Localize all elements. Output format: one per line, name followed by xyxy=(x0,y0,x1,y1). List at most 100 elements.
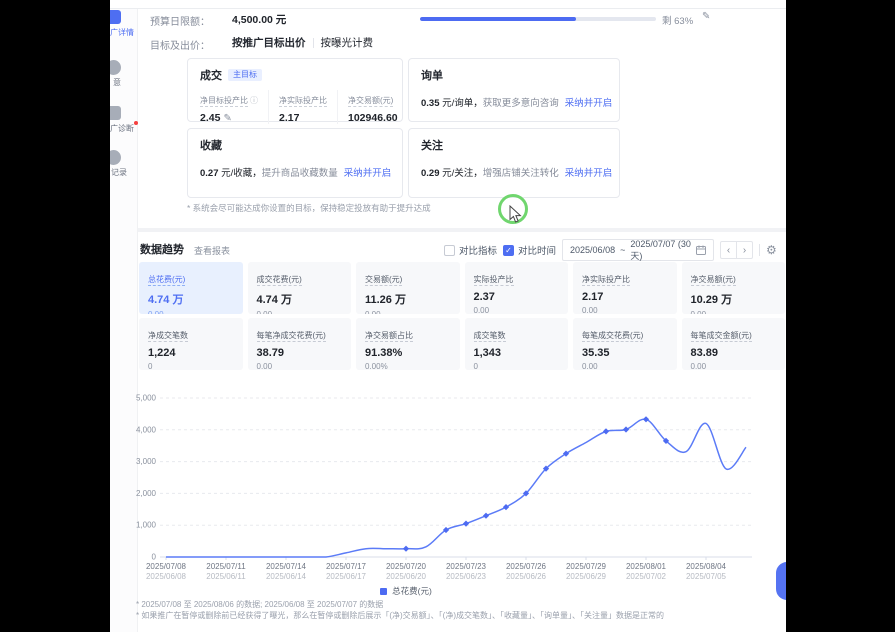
gear-icon[interactable]: ⚙ xyxy=(766,243,777,257)
svg-text:1,000: 1,000 xyxy=(136,521,157,530)
primary-goal-badge: 主目标 xyxy=(228,69,262,81)
metric-card[interactable]: 每笔净成交花费(元) 38.79 0.00 xyxy=(248,318,352,370)
date-range-picker[interactable]: 2025/06/08 ~ 2025/07/07 (30天) xyxy=(562,239,714,261)
sidebar-item-history[interactable]: 记录 xyxy=(110,150,138,184)
checkbox-checked-icon: ✓ xyxy=(503,245,514,256)
next-period-button[interactable]: › xyxy=(736,241,753,259)
metric-card[interactable]: 每笔成交花费(元) 35.35 0.00 xyxy=(573,318,677,370)
view-report-link[interactable]: 查看报表 xyxy=(194,244,230,257)
goal-unit: 元/询单， xyxy=(440,98,483,109)
metric-label: 成交笔数 xyxy=(474,331,506,342)
metric-card-total-cost[interactable]: 总花费(元) 4.74 万 0.00 xyxy=(139,262,243,314)
adopt-enable-link[interactable]: 采纳并开启 xyxy=(565,98,613,109)
metric-value: 38.79 xyxy=(257,347,343,359)
metric-value: 102946.60 xyxy=(348,112,398,124)
metric-card[interactable]: 成交笔数 1,343 0 xyxy=(465,318,569,370)
metric-subvalue: 0.00 xyxy=(257,310,343,314)
metric-value: 2.17 xyxy=(279,112,327,124)
divider xyxy=(759,244,760,256)
goal-card-deal: 成交 主目标 净目标投产比ⓘ 2.45✎ 净实际投产比 2.17 净交易额(元)… xyxy=(187,58,403,122)
goal-title: 关注 xyxy=(421,137,443,153)
sidebar-item-diagnosis[interactable]: 广诊断 xyxy=(110,106,138,140)
metric-card[interactable]: 净成交笔数 1,224 0 xyxy=(139,318,243,370)
metric-value: 4.74 万 xyxy=(148,291,234,307)
info-icon[interactable]: ⓘ xyxy=(250,96,258,105)
metric-subvalue: 0.00 xyxy=(365,310,451,314)
svg-text:2025/08/04: 2025/08/04 xyxy=(686,562,727,571)
svg-text:2025/06/29: 2025/06/29 xyxy=(566,572,607,581)
goal-price: 0.35 xyxy=(421,98,440,109)
adopt-enable-link[interactable]: 采纳并开启 xyxy=(344,168,392,179)
sidebar-item-creative[interactable]: 意 xyxy=(110,60,138,94)
metric-card[interactable]: 净交易额占比 91.38% 0.00% xyxy=(356,318,460,370)
metric-card[interactable]: 净实际投产比 2.17 0.00 xyxy=(573,262,677,314)
trend-metric-grid: 总花费(元) 4.74 万 0.00 成交花费(元) 4.74 万 0.00 交… xyxy=(139,262,785,370)
metric-label: 净交易额占比 xyxy=(365,331,413,342)
prev-period-button[interactable]: ‹ xyxy=(720,241,737,259)
metric-subvalue: 0 xyxy=(474,362,560,370)
svg-text:2025/06/17: 2025/06/17 xyxy=(326,572,367,581)
metric-label: 总花费(元) xyxy=(148,275,185,286)
svg-text:2025/06/20: 2025/06/20 xyxy=(386,572,427,581)
metric-value: 2.17 xyxy=(582,291,668,303)
svg-text:4,000: 4,000 xyxy=(136,425,157,434)
metric-subvalue: 0.00 xyxy=(474,306,560,314)
metric-card[interactable]: 净交易额(元) 10.29 万 0.00 xyxy=(682,262,786,314)
metric-value: 1,343 xyxy=(474,347,560,359)
metric-card[interactable]: 成交花费(元) 4.74 万 0.00 xyxy=(248,262,352,314)
trend-line-chart: 01,0002,0003,0004,0005,0002025/07/082025… xyxy=(136,386,782,586)
floating-action-button[interactable] xyxy=(776,562,786,600)
svg-text:2025/07/02: 2025/07/02 xyxy=(626,572,667,581)
metric-subvalue: 0.00 xyxy=(582,306,668,314)
metric-label: 每笔净成交花费(元) xyxy=(257,331,326,342)
goal-price: 0.29 xyxy=(421,168,440,179)
metric-value: 10.29 万 xyxy=(691,291,777,307)
compare-metric-checkbox[interactable]: 对比指标 xyxy=(444,243,497,257)
promotion-detail-icon xyxy=(110,10,121,24)
svg-text:2025/06/23: 2025/06/23 xyxy=(446,572,487,581)
chart-footnote-period: * 2025/07/08 至 2025/08/06 的数据; 2025/06/0… xyxy=(136,599,383,610)
edit-icon[interactable]: ✎ xyxy=(223,113,231,124)
goal-cards: 成交 主目标 净目标投产比ⓘ 2.45✎ 净实际投产比 2.17 净交易额(元)… xyxy=(187,58,621,198)
goal-card-inquiry: 询单 0.35 元/询单，获取更多意向咨询采纳并开启 xyxy=(408,58,620,122)
edit-icon[interactable]: ✎ xyxy=(702,11,710,22)
svg-text:2025/07/14: 2025/07/14 xyxy=(266,562,307,571)
goal-unit: 元/关注， xyxy=(440,168,483,179)
goal-desc: 获取更多意向咨询 xyxy=(483,98,559,109)
goal-desc: 提升商品收藏数量 xyxy=(262,168,338,179)
svg-text:2025/07/17: 2025/07/17 xyxy=(326,562,367,571)
trend-chart-area: 01,0002,0003,0004,0005,0002025/07/082025… xyxy=(136,386,782,586)
metric-label: 净交易额(元) xyxy=(348,96,393,107)
pricing-option-goal[interactable]: 按推广目标出价 xyxy=(232,35,306,50)
svg-text:2025/06/11: 2025/06/11 xyxy=(206,572,246,581)
goal-price: 0.27 xyxy=(200,168,219,179)
metric-card[interactable]: 每笔成交金额(元) 83.89 0.00 xyxy=(682,318,786,370)
date-separator: ~ xyxy=(620,245,625,255)
metric-subvalue: 0 xyxy=(148,362,234,370)
legend-label: 总花费(元) xyxy=(392,585,432,597)
checkbox-label: 对比时间 xyxy=(518,243,556,257)
legend-item-total-cost[interactable]: 总花费(元) xyxy=(136,585,676,597)
pricing-options: 按推广目标出价 按曝光计费 xyxy=(232,35,373,50)
top-divider xyxy=(110,8,786,9)
sidebar-item-promotion-detail[interactable]: 广详情 xyxy=(110,10,138,44)
compare-time-checkbox[interactable]: ✓ 对比时间 xyxy=(503,243,556,257)
section-divider xyxy=(138,228,786,232)
divider xyxy=(313,38,314,48)
sidebar-item-label: 记录 xyxy=(111,167,127,178)
metric-value: 2.37 xyxy=(474,291,560,303)
svg-text:0: 0 xyxy=(152,553,157,562)
metric-subvalue: 0.00 xyxy=(582,362,668,370)
date-nav: ‹ › xyxy=(720,241,753,259)
svg-text:2025/06/14: 2025/06/14 xyxy=(266,572,307,581)
metric-card[interactable]: 交易额(元) 11.26 万 0.00 xyxy=(356,262,460,314)
date-start: 2025/06/08 xyxy=(570,245,615,255)
pricing-option-impression[interactable]: 按曝光计费 xyxy=(321,35,374,50)
svg-text:2025/07/20: 2025/07/20 xyxy=(386,562,427,571)
screen: 广详情 意 广诊断 记录 预算日限额： 4,500.00 元 剩 63% ✎ xyxy=(0,0,895,632)
notification-dot xyxy=(134,121,138,125)
adopt-enable-link[interactable]: 采纳并开启 xyxy=(565,168,613,179)
svg-text:2025/07/29: 2025/07/29 xyxy=(566,562,607,571)
budget-progress-fill xyxy=(420,17,576,21)
metric-card[interactable]: 实际投产比 2.37 0.00 xyxy=(465,262,569,314)
